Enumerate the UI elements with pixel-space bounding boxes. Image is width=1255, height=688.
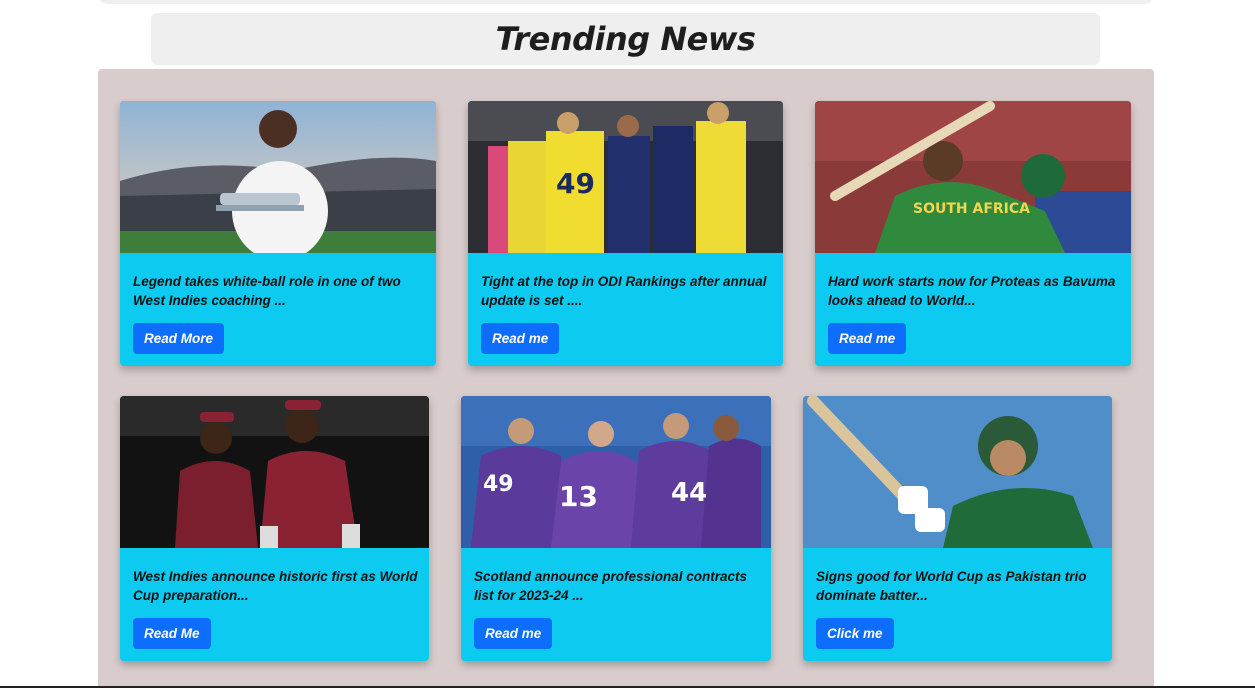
read-me-button[interactable]: Read me bbox=[828, 323, 907, 354]
svg-text:SOUTH AFRICA: SOUTH AFRICA bbox=[913, 201, 1030, 217]
news-card: Legend takes white-ball role in one of t… bbox=[120, 101, 436, 366]
top-strip bbox=[98, 0, 1154, 4]
read-me-button[interactable]: Read me bbox=[474, 618, 553, 649]
news-card: 49 Tight at the top in ODI Rankings afte… bbox=[468, 101, 783, 366]
news-card-image[interactable] bbox=[120, 396, 429, 548]
page-title: Trending News bbox=[495, 20, 756, 58]
news-card-text: Signs good for World Cup as Pakistan tri… bbox=[816, 569, 1087, 603]
news-card-image[interactable] bbox=[120, 101, 436, 253]
click-me-button[interactable]: Click me bbox=[816, 618, 894, 649]
news-panel: Legend takes white-ball role in one of t… bbox=[98, 69, 1154, 688]
news-card-text: Legend takes white-ball role in one of t… bbox=[133, 274, 401, 308]
news-card-text: Scotland announce professional contracts… bbox=[474, 569, 748, 603]
read-me-button[interactable]: Read me bbox=[481, 323, 560, 354]
news-card: Signs good for World Cup as Pakistan tri… bbox=[803, 396, 1112, 661]
news-card: SOUTH AFRICA Hard work starts now for Pr… bbox=[815, 101, 1131, 366]
svg-text:44: 44 bbox=[671, 478, 707, 508]
svg-text:49: 49 bbox=[556, 167, 595, 200]
title-bar: Trending News bbox=[151, 13, 1100, 65]
news-card: 13 44 49 Scotland announce professional … bbox=[461, 396, 771, 661]
read-more-button[interactable]: Read More bbox=[133, 323, 225, 354]
news-card-image[interactable]: 49 bbox=[468, 101, 783, 253]
news-card-text: West Indies announce historic first as W… bbox=[133, 569, 418, 603]
news-card-image[interactable]: SOUTH AFRICA bbox=[815, 101, 1131, 253]
read-me-button[interactable]: Read Me bbox=[133, 618, 211, 649]
news-card-image[interactable] bbox=[803, 396, 1112, 548]
svg-text:49: 49 bbox=[483, 472, 514, 497]
news-card: West Indies announce historic first as W… bbox=[120, 396, 429, 661]
svg-text:13: 13 bbox=[559, 480, 598, 513]
news-card-text: Hard work starts now for Proteas as Bavu… bbox=[828, 274, 1116, 308]
news-card-text: Tight at the top in ODI Rankings after a… bbox=[481, 274, 767, 308]
news-card-image[interactable]: 13 44 49 bbox=[461, 396, 771, 548]
